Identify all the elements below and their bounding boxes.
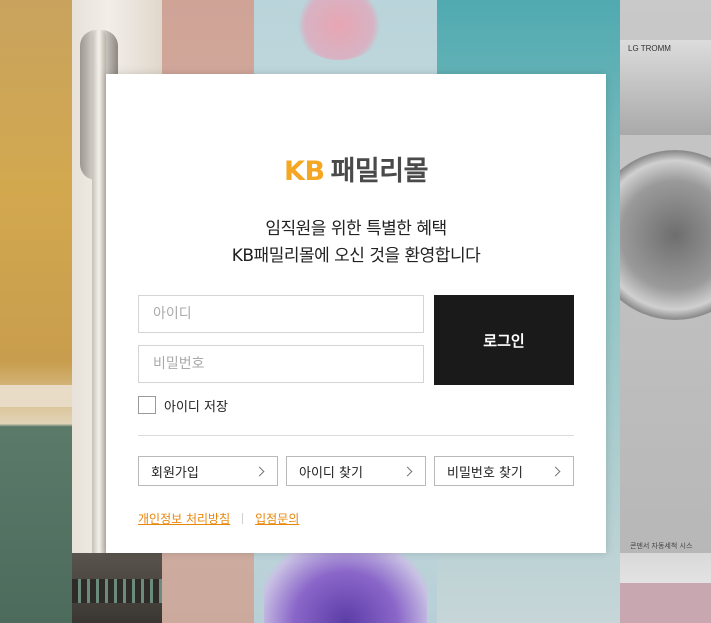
- chevron-right-icon: [550, 466, 561, 476]
- login-button[interactable]: 로그인: [434, 295, 574, 385]
- signup-button[interactable]: 회원가입: [138, 456, 278, 486]
- footer-links: 개인정보 처리방침 입점문의: [138, 510, 299, 527]
- site-logo[interactable]: KB 패밀리몰: [106, 149, 606, 188]
- signup-label: 회원가입: [151, 465, 199, 481]
- bg-strip-washer: LG TROMM 콘덴서 자동세척 시스: [620, 0, 711, 623]
- divider: [138, 435, 574, 436]
- link-separator: [242, 513, 244, 524]
- bg-strip-fridge: [0, 0, 72, 623]
- washer-caption: 콘덴서 자동세척 시스: [630, 542, 693, 550]
- find-id-button[interactable]: 아이디 찾기: [286, 456, 426, 486]
- partner-inquiry-link[interactable]: 입점문의: [255, 510, 299, 527]
- find-password-label: 비밀번호 찾기: [447, 465, 523, 481]
- find-id-label: 아이디 찾기: [299, 465, 363, 481]
- save-id-row[interactable]: 아이디 저장: [138, 395, 228, 415]
- id-input[interactable]: [138, 295, 424, 333]
- welcome-line-1: 임직원을 위한 특별한 혜택: [265, 219, 447, 239]
- chevron-right-icon: [254, 466, 265, 476]
- welcome-line-2: KB패밀리몰에 오신 것을 환영합니다: [231, 246, 481, 266]
- logo-mall: 패밀리몰: [330, 156, 429, 187]
- login-card: KB 패밀리몰 임직원을 위한 특별한 혜택 KB패밀리몰에 오신 것을 환영합니…: [106, 74, 606, 553]
- logo-kb: KB: [284, 156, 325, 187]
- save-id-checkbox[interactable]: [138, 396, 156, 414]
- welcome-message: 임직원을 위한 특별한 혜택 KB패밀리몰에 오신 것을 환영합니다: [106, 216, 606, 270]
- washer-brand-text: LG TROMM: [628, 44, 671, 53]
- password-input[interactable]: [138, 345, 424, 383]
- save-id-label[interactable]: 아이디 저장: [164, 396, 228, 415]
- find-password-button[interactable]: 비밀번호 찾기: [434, 456, 574, 486]
- privacy-policy-link[interactable]: 개인정보 처리방침: [138, 510, 230, 527]
- chevron-right-icon: [402, 466, 413, 476]
- account-links: 회원가입 아이디 찾기 비밀번호 찾기: [138, 456, 574, 486]
